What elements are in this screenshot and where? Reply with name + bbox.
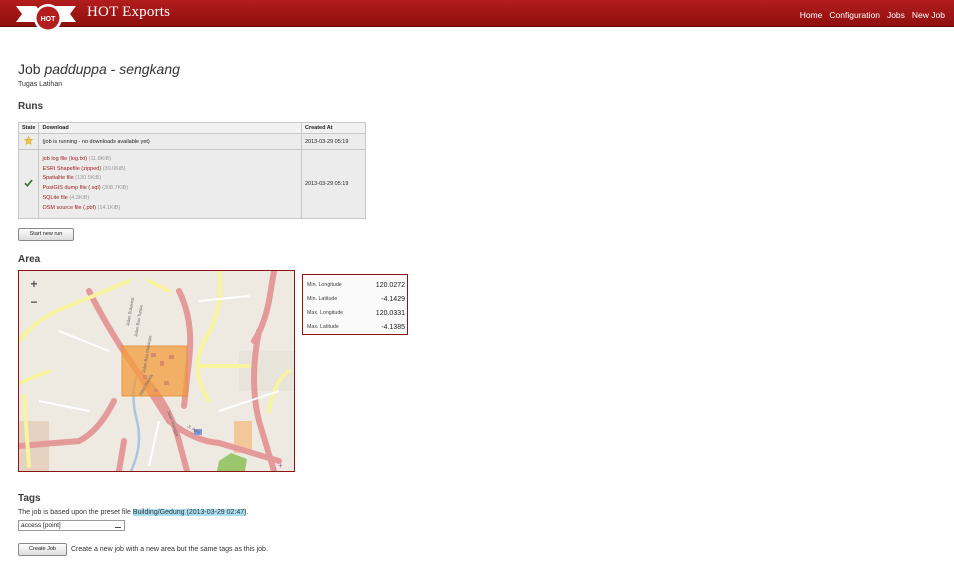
job-title-prefix: Job	[18, 61, 41, 77]
bound-label: Min. Longitude	[307, 282, 342, 288]
table-row: job log file (log.txt) (11.8KiB) ESRI Sh…	[17, 148, 366, 220]
list-item: OSM source file (.pbf) (14.1KiB)	[42, 204, 298, 214]
file-size: (14.1KiB)	[97, 204, 121, 211]
star-icon	[24, 135, 34, 145]
runs-table: State Download Created At (job is runnin…	[17, 122, 366, 220]
download-shapefile-link[interactable]: ESRI Shapefile (zipped)	[42, 166, 101, 172]
max-longitude-value: 120.0331	[375, 309, 405, 317]
zoom-out-button[interactable]: −	[27, 296, 41, 310]
table-header-row: State Download Created At	[17, 122, 366, 134]
job-title-name: padduppa - sengkang	[44, 61, 180, 77]
table-row: (job is running - no downloads available…	[17, 133, 366, 150]
start-new-run-button[interactable]: Start new run	[18, 228, 74, 241]
download-cell: (job is running - no downloads available…	[38, 133, 302, 150]
nav-new-job[interactable]: New Job	[912, 10, 945, 20]
file-size: (130.5KiB)	[75, 175, 102, 182]
table-row: Min. Longitude 120.0272	[307, 278, 405, 292]
file-size: (308.7KiB)	[102, 185, 129, 192]
bound-label: Max. Longitude	[307, 310, 344, 316]
list-item: Spatialite file (130.5KiB)	[42, 174, 298, 184]
app-header: HOT HOT Exports Home Configuration Jobs …	[0, 0, 954, 32]
checkmark-icon	[24, 179, 33, 188]
create-job-button[interactable]: Create Job	[18, 543, 67, 556]
area-heading: Area	[18, 254, 41, 265]
crosshair-icon: +	[278, 461, 283, 470]
map-tiles: Jalan Sulawesi Jalan Bau Toppa Jalan Bau…	[19, 271, 294, 471]
preset-file-link[interactable]: Building/Gedung (2013-03-29 02:47)	[132, 509, 247, 516]
bound-label: Max. Latitude	[307, 324, 339, 330]
list-item: job log file (log.txt) (11.8KiB)	[42, 155, 298, 165]
state-cell	[17, 133, 40, 150]
file-size: (11.8KiB)	[88, 156, 112, 162]
nav-configuration[interactable]: Configuration	[829, 10, 880, 20]
dropdown-caret-icon	[115, 527, 121, 528]
bound-label: Min. Latitude	[307, 296, 338, 302]
tags-text-after: .	[246, 509, 249, 516]
download-log-link[interactable]: job log file (log.txt)	[42, 156, 87, 162]
list-item: SQLite file (4.3KiB)	[42, 194, 298, 204]
column-header-created-at: Created At	[301, 122, 366, 134]
download-osm-pbf-link[interactable]: OSM source file (.pbf)	[42, 205, 96, 211]
tag-select[interactable]: access [point]	[18, 520, 125, 531]
list-item: ESRI Shapefile (zipped) (30.0KiB)	[42, 165, 298, 175]
download-sqlite-link[interactable]: SQLite file	[42, 195, 67, 201]
app-title[interactable]: HOT Exports	[87, 4, 170, 21]
download-postgis-link[interactable]: PostGIS dump file (.sql)	[42, 185, 100, 191]
nav-home[interactable]: Home	[800, 10, 823, 20]
area-map[interactable]: Jalan Sulawesi Jalan Bau Toppa Jalan Bau…	[18, 270, 295, 472]
created-at-cell: 2013-03-29 05:19	[301, 133, 366, 150]
main-nav: Home Configuration Jobs New Job	[800, 10, 945, 20]
bounds-table: Min. Longitude 120.0272 Min. Latitude -4…	[307, 278, 405, 334]
column-header-state: State	[17, 122, 40, 134]
download-spatialite-link[interactable]: Spatialite file	[42, 175, 73, 181]
created-at-cell: 2013-03-29 05:19	[301, 148, 366, 220]
table-row: Max. Longitude 120.0331	[307, 306, 405, 320]
state-cell	[17, 148, 40, 220]
file-size: (30.0KiB)	[102, 165, 126, 172]
tags-heading: Tags	[18, 493, 41, 504]
min-latitude-value: -4.1429	[381, 295, 405, 303]
table-row: Max. Latitude -4.1385	[307, 320, 405, 334]
nav-jobs[interactable]: Jobs	[887, 10, 905, 20]
min-longitude-value: 120.0272	[375, 281, 405, 289]
hot-logo-graphic: HOT	[16, 4, 76, 32]
tags-description: The job is based upon the preset file Bu…	[18, 509, 248, 516]
tags-text-before: The job is based upon the preset file	[18, 509, 131, 516]
file-size: (4.3KiB)	[69, 194, 90, 201]
job-description: Tugas Latihan	[18, 81, 63, 88]
list-item: PostGIS dump file (.sql) (308.7KiB)	[42, 184, 298, 194]
column-header-download: Download	[38, 122, 302, 134]
hot-logo[interactable]: HOT	[16, 0, 80, 36]
logo-text: HOT	[41, 16, 57, 23]
table-row: Min. Latitude -4.1429	[307, 292, 405, 306]
runs-heading: Runs	[18, 101, 43, 112]
max-latitude-value: -4.1385	[381, 323, 405, 331]
bounds-panel: Min. Longitude 120.0272 Min. Latitude -4…	[302, 274, 408, 335]
page-title: Job padduppa - sengkang	[18, 61, 180, 77]
download-list: job log file (log.txt) (11.8KiB) ESRI Sh…	[42, 152, 298, 216]
tag-select-value: access [point]	[21, 522, 61, 529]
zoom-in-button[interactable]: +	[27, 278, 41, 292]
create-job-description: Create a new job with a new area but the…	[71, 546, 268, 553]
download-cell: job log file (log.txt) (11.8KiB) ESRI Sh…	[38, 148, 302, 220]
